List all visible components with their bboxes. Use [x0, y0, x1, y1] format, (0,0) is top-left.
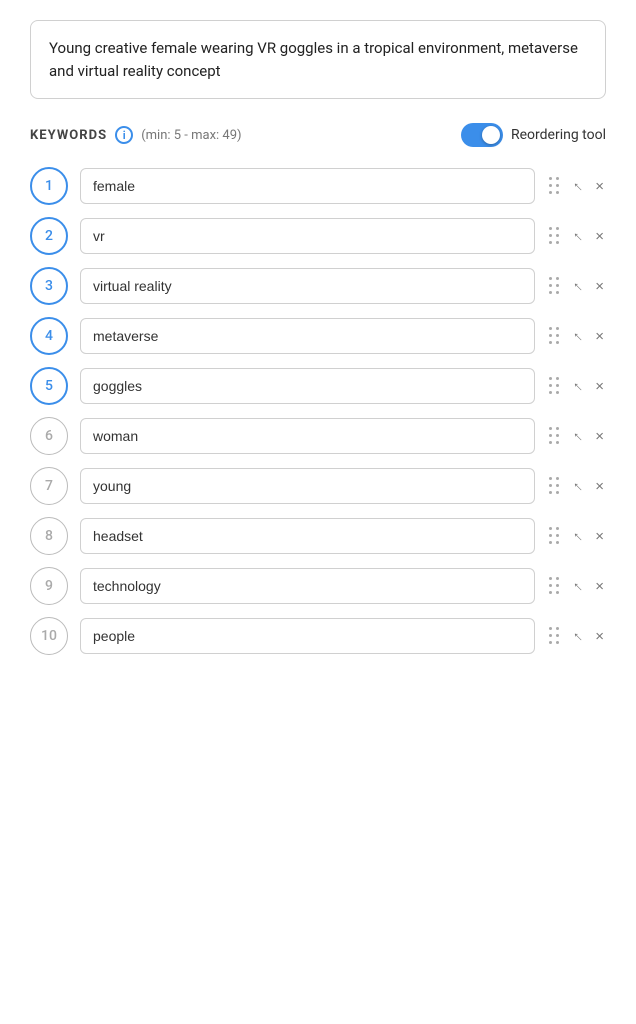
- keyword-number-badge: 3: [30, 267, 68, 305]
- drag-handle[interactable]: [547, 475, 562, 497]
- keyword-row-actions: ↑×: [547, 175, 606, 197]
- remove-keyword-button[interactable]: ×: [593, 226, 606, 247]
- move-up-button[interactable]: ↑: [572, 376, 584, 397]
- keyword-row: 8↑×: [30, 517, 606, 555]
- keywords-label: KEYWORDS: [30, 128, 107, 143]
- remove-keyword-button[interactable]: ×: [593, 576, 606, 597]
- keyword-input[interactable]: [80, 168, 535, 204]
- keyword-row-actions: ↑×: [547, 275, 606, 297]
- drag-handle[interactable]: [547, 625, 562, 647]
- keyword-number-badge: 2: [30, 217, 68, 255]
- keyword-row-actions: ↑×: [547, 325, 606, 347]
- keyword-row: 5↑×: [30, 367, 606, 405]
- keyword-number-badge: 10: [30, 617, 68, 655]
- keyword-row: 9↑×: [30, 567, 606, 605]
- drag-handle[interactable]: [547, 425, 562, 447]
- keyword-number-badge: 1: [30, 167, 68, 205]
- keywords-list: 1↑×2↑×3↑×4↑×5↑×6↑×7↑×8↑×9↑×10↑×: [30, 167, 606, 655]
- remove-keyword-button[interactable]: ×: [593, 626, 606, 647]
- remove-keyword-button[interactable]: ×: [593, 176, 606, 197]
- keyword-input[interactable]: [80, 318, 535, 354]
- move-up-button[interactable]: ↑: [572, 626, 584, 647]
- keyword-row-actions: ↑×: [547, 525, 606, 547]
- keyword-row-actions: ↑×: [547, 225, 606, 247]
- keyword-number-badge: 7: [30, 467, 68, 505]
- keyword-input[interactable]: [80, 268, 535, 304]
- reorder-toggle[interactable]: [461, 123, 503, 147]
- keyword-input[interactable]: [80, 418, 535, 454]
- keyword-input[interactable]: [80, 368, 535, 404]
- drag-handle[interactable]: [547, 225, 562, 247]
- drag-handle[interactable]: [547, 375, 562, 397]
- move-up-button[interactable]: ↑: [572, 426, 584, 447]
- keyword-number-badge: 5: [30, 367, 68, 405]
- keyword-input[interactable]: [80, 218, 535, 254]
- drag-handle[interactable]: [547, 525, 562, 547]
- keyword-row-actions: ↑×: [547, 625, 606, 647]
- keyword-row-actions: ↑×: [547, 575, 606, 597]
- move-up-button[interactable]: ↑: [572, 526, 584, 547]
- move-up-button[interactable]: ↑: [572, 226, 584, 247]
- reorder-label: Reordering tool: [511, 127, 606, 143]
- keyword-input[interactable]: [80, 518, 535, 554]
- keywords-range: (min: 5 - max: 49): [141, 128, 241, 143]
- move-up-button[interactable]: ↑: [572, 276, 584, 297]
- keyword-number-badge: 8: [30, 517, 68, 555]
- drag-handle[interactable]: [547, 325, 562, 347]
- keyword-row: 3↑×: [30, 267, 606, 305]
- keywords-header: KEYWORDS i (min: 5 - max: 49) Reordering…: [30, 123, 606, 147]
- move-up-button[interactable]: ↑: [572, 476, 584, 497]
- info-icon[interactable]: i: [115, 126, 133, 144]
- keyword-row: 6↑×: [30, 417, 606, 455]
- keyword-number-badge: 9: [30, 567, 68, 605]
- keyword-row: 2↑×: [30, 217, 606, 255]
- drag-handle[interactable]: [547, 175, 562, 197]
- reorder-toggle-container: Reordering tool: [461, 123, 606, 147]
- move-up-button[interactable]: ↑: [572, 176, 584, 197]
- remove-keyword-button[interactable]: ×: [593, 276, 606, 297]
- drag-handle[interactable]: [547, 275, 562, 297]
- keyword-input[interactable]: [80, 468, 535, 504]
- remove-keyword-button[interactable]: ×: [593, 476, 606, 497]
- move-up-button[interactable]: ↑: [572, 576, 584, 597]
- keyword-number-badge: 6: [30, 417, 68, 455]
- remove-keyword-button[interactable]: ×: [593, 426, 606, 447]
- keyword-row-actions: ↑×: [547, 425, 606, 447]
- drag-handle[interactable]: [547, 575, 562, 597]
- keyword-row: 10↑×: [30, 617, 606, 655]
- keyword-input[interactable]: [80, 568, 535, 604]
- keyword-row: 7↑×: [30, 467, 606, 505]
- move-up-button[interactable]: ↑: [572, 326, 584, 347]
- keyword-row: 1↑×: [30, 167, 606, 205]
- keyword-row: 4↑×: [30, 317, 606, 355]
- remove-keyword-button[interactable]: ×: [593, 376, 606, 397]
- keyword-row-actions: ↑×: [547, 475, 606, 497]
- keyword-row-actions: ↑×: [547, 375, 606, 397]
- remove-keyword-button[interactable]: ×: [593, 326, 606, 347]
- keyword-input[interactable]: [80, 618, 535, 654]
- description-text: Young creative female wearing VR goggles…: [30, 20, 606, 99]
- remove-keyword-button[interactable]: ×: [593, 526, 606, 547]
- keyword-number-badge: 4: [30, 317, 68, 355]
